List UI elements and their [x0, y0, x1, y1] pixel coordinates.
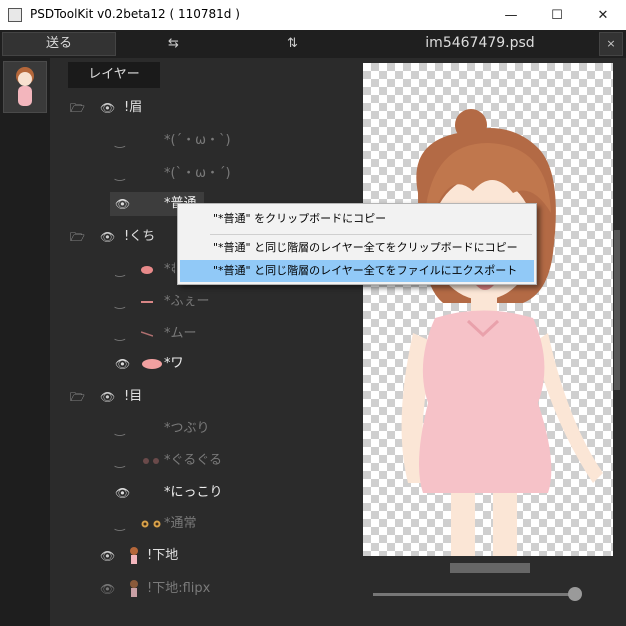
eyes-thumbnail-icon	[141, 520, 161, 528]
eye-hidden-icon[interactable]: ‿	[115, 512, 125, 536]
layer-name: !目	[124, 389, 143, 404]
menu-item-copy-all[interactable]: "*普通" と同じ階層のレイヤー全てをクリップボードにコピー	[180, 237, 534, 259]
layer-name: !くち	[124, 229, 156, 244]
layer-name: *通常	[164, 516, 197, 531]
eye-hidden-icon[interactable]: ‿	[115, 322, 125, 346]
layer-row[interactable]: 🗁 👁 !眉	[70, 96, 350, 120]
eye-hidden-icon[interactable]: ‿	[115, 129, 125, 153]
layer-row[interactable]: ‿ *(´・ω・`)	[115, 129, 355, 153]
close-window-button[interactable]: ✕	[580, 0, 626, 30]
eye-icon[interactable]: 👁	[100, 96, 115, 120]
layer-row[interactable]: ‿ *つぶり	[115, 417, 355, 441]
title-bar: PSDToolKit v0.2beta12 ( 110781d ) — ☐ ✕	[0, 0, 626, 30]
swap-vertical-icon[interactable]: ⇅	[287, 36, 298, 51]
layer-name: *にっこり	[164, 485, 223, 500]
vertical-scrollbar[interactable]	[614, 230, 620, 390]
layer-name: *ぐるぐる	[164, 453, 222, 468]
eye-icon[interactable]: 👁	[100, 577, 115, 601]
window-title: PSDToolKit v0.2beta12 ( 110781d )	[30, 7, 240, 21]
layer-row[interactable]: 🗁 👁 !くち	[70, 225, 180, 249]
base-flip-thumbnail-icon	[130, 580, 138, 597]
layer-name: *(´・ω・`)	[164, 133, 231, 148]
eyes-thumbnail-icon	[143, 458, 159, 464]
zoom-slider-handle[interactable]	[568, 587, 582, 601]
character-thumbnail[interactable]	[3, 61, 47, 113]
layer-name: *ふぇー	[164, 294, 210, 309]
layer-row[interactable]: ‿ *通常	[115, 512, 355, 536]
eye-hidden-icon[interactable]: ‿	[115, 290, 125, 314]
image-preview[interactable]	[363, 63, 613, 556]
mouth-thumbnail-icon	[141, 331, 153, 337]
eye-hidden-icon[interactable]: ‿	[115, 162, 125, 186]
menu-item-export-all[interactable]: "*普通" と同じ階層のレイヤー全てをファイルにエクスポート	[180, 260, 534, 282]
layer-name: *むぅ	[164, 262, 175, 277]
eye-icon[interactable]: 👁	[115, 481, 130, 505]
layers-tab[interactable]: レイヤー	[68, 62, 160, 88]
app-icon	[8, 8, 22, 22]
layer-row[interactable]: ‿ *むぅ	[115, 258, 175, 282]
eye-icon[interactable]: 👁	[115, 352, 130, 376]
mouth-thumbnail-icon	[141, 301, 153, 303]
eye-icon[interactable]: 👁	[100, 544, 115, 568]
layer-name: *ムー	[164, 326, 197, 341]
layer-name: !下地	[147, 548, 179, 563]
layer-row[interactable]: ‿ *ぐるぐる	[115, 449, 355, 473]
layer-name: *つぶり	[164, 421, 210, 436]
eye-icon[interactable]: 👁	[100, 385, 115, 409]
minimize-button[interactable]: —	[488, 0, 534, 30]
close-file-button[interactable]: ×	[599, 32, 623, 56]
maximize-button[interactable]: ☐	[534, 0, 580, 30]
eye-hidden-icon[interactable]: ‿	[115, 258, 125, 282]
context-menu: "*普通" をクリップボードにコピー "*普通" と同じ階層のレイヤー全てをクリ…	[177, 203, 537, 285]
swap-horizontal-icon[interactable]: ⇆	[168, 36, 179, 51]
layer-row[interactable]: 🗁 👁 !目	[70, 385, 350, 409]
mouth-thumbnail-icon	[141, 266, 153, 274]
character-thumbnail-icon	[16, 67, 34, 106]
layer-name: *ワ	[164, 356, 184, 371]
folder-icon[interactable]: 🗁	[70, 385, 85, 409]
horizontal-scrollbar[interactable]	[450, 563, 530, 573]
character-illustration	[401, 109, 603, 556]
zoom-slider-track[interactable]	[373, 593, 579, 596]
toolbar: 送る ⇆ ⇅ im5467479.psd ×	[0, 30, 626, 58]
layer-row[interactable]: 👁 *にっこり	[115, 481, 355, 505]
layer-name: !眉	[124, 100, 143, 115]
folder-icon[interactable]: 🗁	[70, 96, 85, 120]
layer-name: *(`・ω・´)	[164, 166, 231, 181]
folder-icon[interactable]: 🗁	[70, 225, 85, 249]
mouth-thumbnail-icon	[142, 359, 162, 369]
eye-icon[interactable]: 👁	[100, 225, 115, 249]
layer-name: !下地:flipx	[147, 581, 211, 596]
menu-item-copy[interactable]: "*普通" をクリップボードにコピー	[180, 208, 534, 230]
send-button[interactable]: 送る	[2, 32, 116, 56]
layer-row[interactable]: ‿ *ふぇー	[115, 290, 355, 314]
layer-row[interactable]: 👁 *ワ	[115, 352, 355, 376]
layer-row[interactable]: 👁 !下地	[98, 544, 348, 568]
thumbnail-pane	[0, 58, 50, 626]
layer-row[interactable]: 👁 !下地:flipx	[98, 577, 348, 601]
layer-row[interactable]: ‿ *(`・ω・´)	[115, 162, 355, 186]
eye-hidden-icon[interactable]: ‿	[115, 449, 125, 473]
file-name: im5467479.psd	[425, 35, 535, 51]
eye-icon[interactable]: 👁	[115, 192, 130, 216]
base-thumbnail-icon	[130, 547, 138, 564]
eye-hidden-icon[interactable]: ‿	[115, 417, 125, 441]
layer-row[interactable]: ‿ *ムー	[115, 322, 355, 346]
menu-separator	[210, 234, 532, 235]
